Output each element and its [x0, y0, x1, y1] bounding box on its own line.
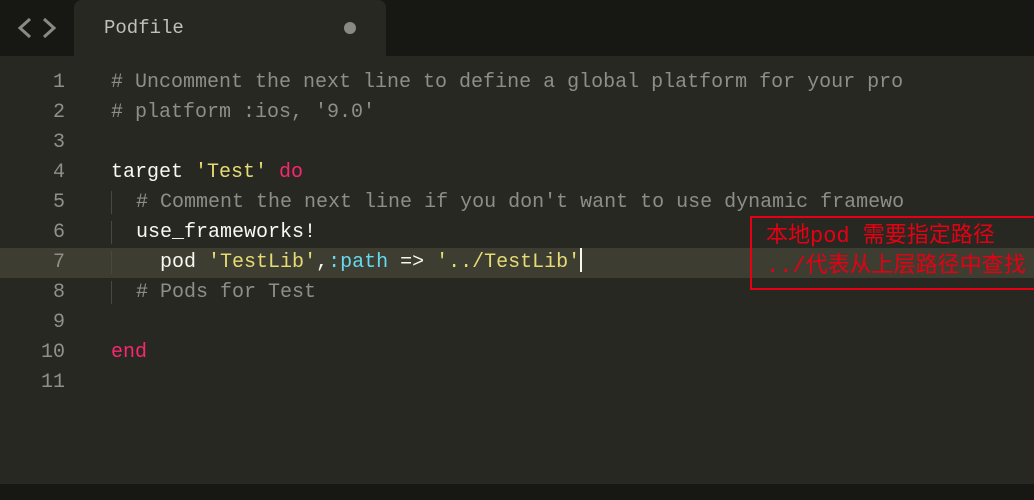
line-number: 5	[0, 188, 85, 218]
code-area[interactable]: # Uncomment the next line to define a gl…	[85, 56, 1034, 500]
line-number: 2	[0, 98, 85, 128]
editor: 1 2 3 4 5 6 7 8 9 10 11 # Uncomment the …	[0, 56, 1034, 500]
nav-arrows	[0, 16, 74, 40]
top-bar: Podfile	[0, 0, 1034, 56]
code-line	[85, 368, 1034, 398]
unsaved-indicator-icon	[344, 22, 356, 34]
code-line	[85, 308, 1034, 338]
file-tab[interactable]: Podfile	[74, 0, 386, 56]
code-line: target 'Test' do	[85, 158, 1034, 188]
line-number: 3	[0, 128, 85, 158]
annotation-text: 本地pod 需要指定路径	[766, 222, 1026, 252]
code-line: # platform :ios, '9.0'	[85, 98, 1034, 128]
annotation-text: ../代表从上层路径中查找	[766, 252, 1026, 282]
line-number: 4	[0, 158, 85, 188]
line-number: 9	[0, 308, 85, 338]
tab-title: Podfile	[104, 17, 184, 39]
text-cursor	[580, 248, 582, 272]
line-number: 1	[0, 68, 85, 98]
line-number: 11	[0, 368, 85, 398]
line-number: 7	[0, 248, 85, 278]
code-line	[85, 128, 1034, 158]
code-line: end	[85, 338, 1034, 368]
code-line: # Uncomment the next line to define a gl…	[85, 68, 1034, 98]
code-line: # Comment the next line if you don't wan…	[85, 188, 1034, 218]
nav-forward-icon[interactable]	[40, 16, 58, 40]
bottom-bar	[0, 484, 1034, 500]
line-number-gutter: 1 2 3 4 5 6 7 8 9 10 11	[0, 56, 85, 500]
line-number: 8	[0, 278, 85, 308]
line-number: 6	[0, 218, 85, 248]
nav-back-icon[interactable]	[16, 16, 34, 40]
line-number: 10	[0, 338, 85, 368]
annotation-box: 本地pod 需要指定路径 ../代表从上层路径中查找	[750, 216, 1034, 290]
